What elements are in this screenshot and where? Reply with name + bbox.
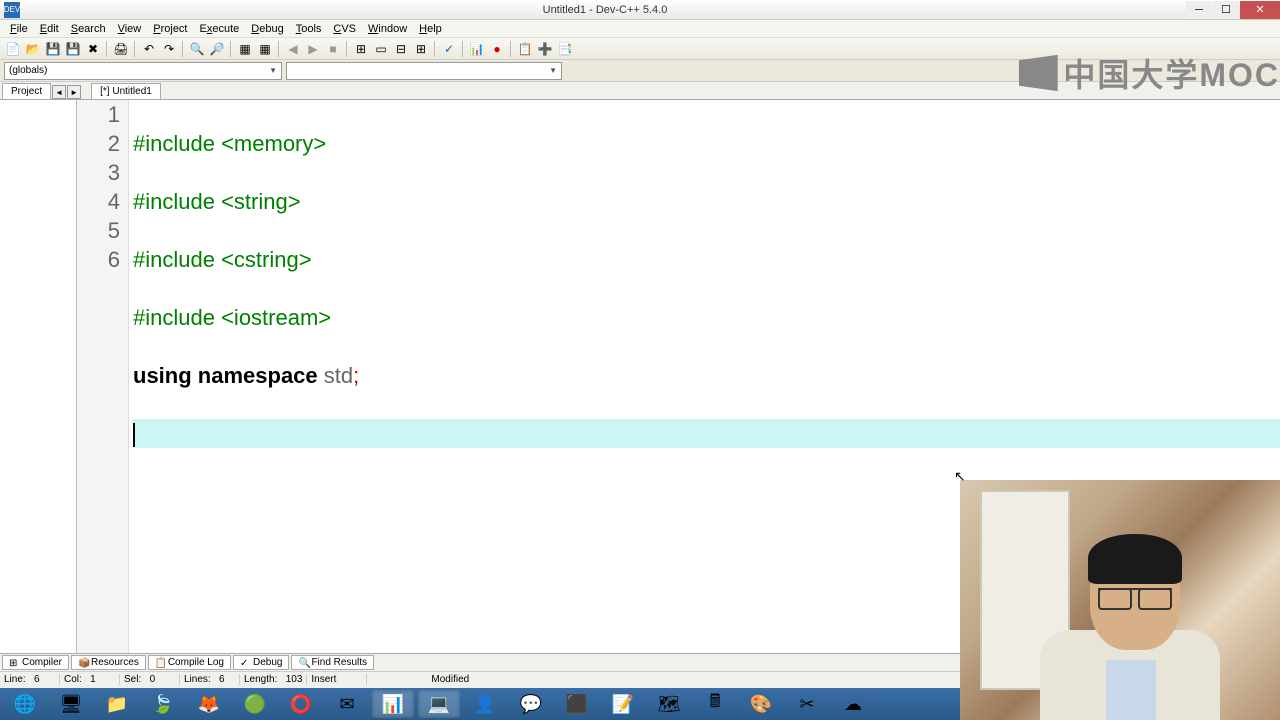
- cloud-icon[interactable]: ☁: [832, 690, 874, 718]
- menu-tools[interactable]: Tools: [290, 22, 328, 36]
- replace-icon[interactable]: 🔎: [208, 40, 226, 58]
- insert-icon[interactable]: ➕: [536, 40, 554, 58]
- snip-icon[interactable]: ✂: [786, 690, 828, 718]
- open-file-icon[interactable]: 📂: [24, 40, 42, 58]
- maximize-button[interactable]: ☐: [1213, 1, 1239, 19]
- save-all-icon[interactable]: 💾: [64, 40, 82, 58]
- goto-bookmark-icon[interactable]: ▦: [256, 40, 274, 58]
- firefox-icon[interactable]: 🦊: [188, 690, 230, 718]
- folder-icon[interactable]: 📁: [96, 690, 138, 718]
- find-icon[interactable]: 🔍: [188, 40, 206, 58]
- print-icon[interactable]: 🖨: [112, 40, 130, 58]
- chrome-icon[interactable]: ⭕: [280, 690, 322, 718]
- minimize-button[interactable]: ─: [1186, 1, 1212, 19]
- green-icon[interactable]: 🟢: [234, 690, 276, 718]
- resource-icon: 📦: [78, 658, 88, 668]
- search-icon: 🔍: [298, 658, 308, 668]
- powerpoint-icon[interactable]: 📊: [372, 690, 414, 718]
- close-button[interactable]: ✕: [1240, 1, 1280, 19]
- check-icon: ✓: [240, 658, 250, 668]
- scope-value: (globals): [9, 65, 47, 76]
- profile-icon[interactable]: 📊: [468, 40, 486, 58]
- mail-icon[interactable]: ✉: [326, 690, 368, 718]
- calc-icon[interactable]: 🖩: [694, 690, 736, 718]
- avatar-icon[interactable]: 👤: [464, 690, 506, 718]
- menu-edit[interactable]: Edit: [34, 22, 65, 36]
- run-icon[interactable]: ▭: [372, 40, 390, 58]
- paint-icon[interactable]: 🎨: [740, 690, 782, 718]
- webcam-overlay: [960, 480, 1280, 720]
- compiler-tab[interactable]: ⊞Compiler: [2, 655, 69, 670]
- wechat-icon[interactable]: 💬: [510, 690, 552, 718]
- titlebar: DEV Untitled1 - Dev-C++ 5.4.0 ─ ☐ ✕: [0, 0, 1280, 20]
- menu-search[interactable]: Search: [65, 22, 112, 36]
- tab-next-button[interactable]: ►: [67, 85, 81, 99]
- line-gutter: 1 2 3 4 5 6: [77, 100, 129, 653]
- scope-combo[interactable]: (globals) ▼: [4, 62, 282, 80]
- compile-icon[interactable]: ⊞: [352, 40, 370, 58]
- world-icon[interactable]: 🗺: [648, 690, 690, 718]
- chevron-down-icon: ▼: [269, 66, 277, 75]
- resources-tab[interactable]: 📦Resources: [71, 655, 146, 670]
- leaf-icon[interactable]: 🍃: [142, 690, 184, 718]
- back-icon[interactable]: ◀: [284, 40, 302, 58]
- menubar: File Edit Search View Project Execute De…: [0, 20, 1280, 38]
- toolbar: 📄 📂 💾 💾 ✖ 🖨 ↶ ↷ 🔍 🔎 ▦ ▦ ◀ ▶ ■ ⊞ ▭ ⊟ ⊞ ✓ …: [0, 38, 1280, 60]
- menu-cvs[interactable]: CVS: [327, 22, 362, 36]
- grid-icon: ⊞: [9, 658, 19, 668]
- undo-icon[interactable]: ↶: [140, 40, 158, 58]
- devcpp-icon[interactable]: 💻: [418, 690, 460, 718]
- chevron-down-icon: ▼: [549, 66, 557, 75]
- app-icon: DEV: [4, 2, 20, 18]
- project-sidebar[interactable]: [0, 100, 77, 653]
- menu-project[interactable]: Project: [147, 22, 193, 36]
- save-icon[interactable]: 💾: [44, 40, 62, 58]
- notes-icon[interactable]: 📝: [602, 690, 644, 718]
- rebuild-icon[interactable]: ⊞: [412, 40, 430, 58]
- find-results-tab[interactable]: 🔍Find Results: [291, 655, 374, 670]
- ie-icon[interactable]: 🌐: [4, 690, 46, 718]
- new-project-icon[interactable]: 📋: [516, 40, 534, 58]
- compile-log-tab[interactable]: 📋Compile Log: [148, 655, 231, 670]
- debug-tab[interactable]: ✓Debug: [233, 655, 289, 670]
- log-icon: 📋: [155, 658, 165, 668]
- tab-prev-button[interactable]: ◄: [52, 85, 66, 99]
- tab-row: Project ◄ ► [*] Untitled1: [0, 82, 1280, 100]
- menu-window[interactable]: Window: [362, 22, 413, 36]
- delete-profile-icon[interactable]: ●: [488, 40, 506, 58]
- project-tab[interactable]: Project: [2, 83, 51, 99]
- menu-file[interactable]: File: [4, 22, 34, 36]
- toggle-bookmark-icon[interactable]: ▦: [236, 40, 254, 58]
- forward-icon[interactable]: ▶: [304, 40, 322, 58]
- compile-run-icon[interactable]: ⊟: [392, 40, 410, 58]
- menu-help[interactable]: Help: [413, 22, 448, 36]
- file-tab[interactable]: [*] Untitled1: [91, 83, 161, 99]
- text-cursor: [133, 423, 135, 447]
- close-file-icon[interactable]: ✖: [84, 40, 102, 58]
- stop-icon[interactable]: ■: [324, 40, 342, 58]
- explorer-icon[interactable]: 🖥: [50, 690, 92, 718]
- menu-execute[interactable]: Execute: [194, 22, 246, 36]
- combo-row: (globals) ▼ ▼: [0, 60, 1280, 82]
- goto-icon[interactable]: 📑: [556, 40, 574, 58]
- debug-icon[interactable]: ✓: [440, 40, 458, 58]
- member-combo[interactable]: ▼: [286, 62, 562, 80]
- redo-icon[interactable]: ↷: [160, 40, 178, 58]
- terminal-icon[interactable]: ⬛: [556, 690, 598, 718]
- taskbar: 🌐 🖥 📁 🍃 🦊 🟢 ⭕ ✉ 📊 💻 👤 💬 ⬛ 📝 🗺 🖩 🎨 ✂ ☁: [0, 688, 960, 720]
- new-file-icon[interactable]: 📄: [4, 40, 22, 58]
- menu-debug[interactable]: Debug: [245, 22, 289, 36]
- window-title: Untitled1 - Dev-C++ 5.4.0: [24, 4, 1186, 16]
- menu-view[interactable]: View: [112, 22, 148, 36]
